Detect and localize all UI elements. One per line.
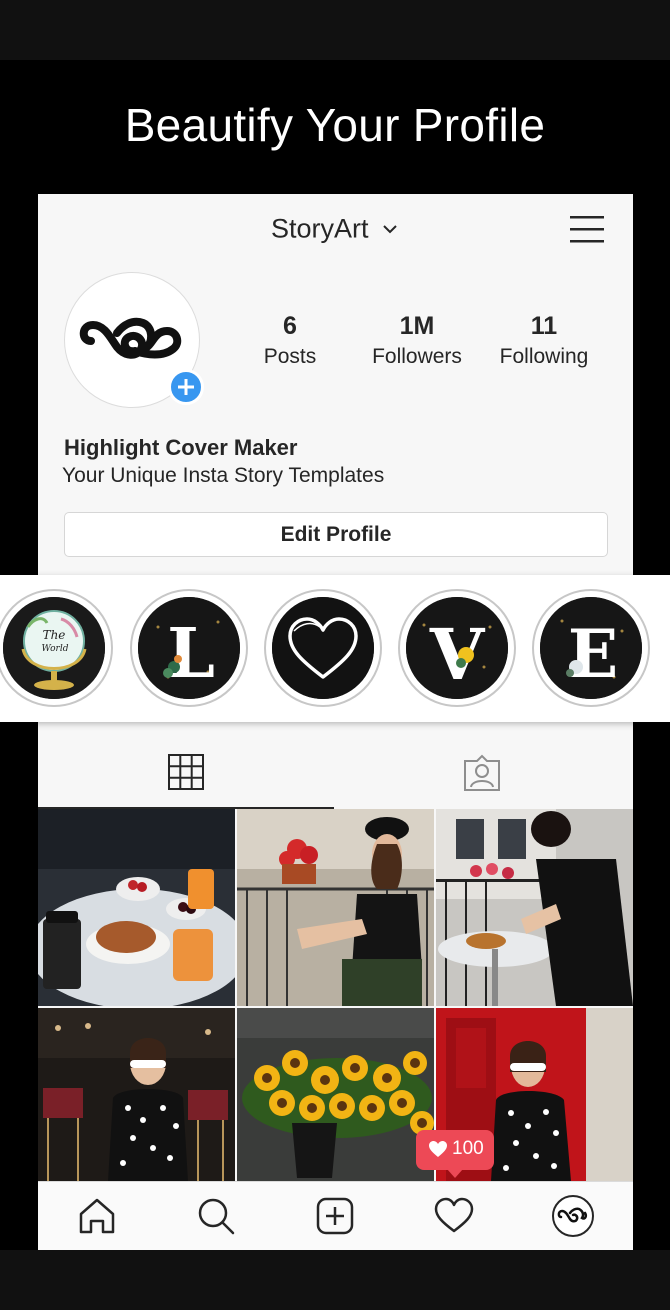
nav-search[interactable] (194, 1194, 238, 1238)
highlight-3[interactable] (264, 589, 382, 707)
nav-activity[interactable] (432, 1194, 476, 1238)
story-highlights: The World L V E (0, 575, 670, 722)
highlight-1-cover: The World (3, 597, 105, 699)
highlight-5[interactable]: E (532, 589, 650, 707)
notification-count: 100 (452, 1138, 484, 1159)
svg-text:E: E (568, 615, 618, 693)
bottom-band (0, 1250, 670, 1310)
posts-label: Posts (263, 345, 317, 368)
nav-home[interactable] (75, 1194, 119, 1238)
letter-l-floral-icon: L (138, 597, 240, 699)
tab-tagged[interactable] (336, 737, 633, 809)
highlight-2-cover: L (138, 597, 240, 699)
svg-text:L: L (167, 614, 215, 694)
grid-photo-1[interactable] (38, 809, 235, 1006)
woman-cafe-sunglasses-photo (38, 1008, 235, 1181)
storyart-logo-icon (79, 317, 182, 359)
woman-balcony-photo (237, 809, 434, 1006)
heart-icon (429, 1141, 447, 1157)
app-header: StoryArt (38, 194, 633, 264)
globe-the-world-icon: The World (3, 597, 105, 699)
new-post-icon (316, 1197, 354, 1235)
profile-name: Highlight Cover Maker (64, 435, 298, 460)
username: StoryArt (270, 213, 369, 244)
following-count: 11 (530, 312, 558, 340)
woman-terrace-breakfast-photo (436, 809, 633, 1006)
phone-screen: StoryArt 6 Posts 1M Followers 11 Followi… (38, 194, 633, 1250)
posts-stat[interactable]: 6 Posts (250, 312, 330, 369)
posts-count: 6 (283, 312, 297, 340)
grid-icon (168, 754, 204, 790)
chevron-down-icon (383, 225, 397, 234)
svg-text:V: V (429, 613, 486, 696)
highlight-5-cover: E (540, 597, 642, 699)
activity-notification-badge[interactable]: 100 (416, 1130, 494, 1178)
top-band (0, 0, 670, 60)
grid-photo-5[interactable] (237, 1008, 434, 1181)
tagged-person-icon (464, 754, 500, 791)
nav-new-post[interactable] (313, 1194, 357, 1238)
plus-icon (178, 379, 194, 395)
hamburger-menu-icon[interactable] (570, 214, 604, 244)
activity-heart-icon (434, 1197, 474, 1233)
profile-avatar-icon (552, 1195, 594, 1237)
heart-outline-icon (272, 597, 374, 699)
highlight-2[interactable]: L (130, 589, 248, 707)
highlight-4-cover: V (406, 597, 508, 699)
highlight-1[interactable]: The World (0, 589, 113, 707)
edit-profile-button[interactable]: Edit Profile (64, 512, 608, 557)
followers-count: 1M (399, 312, 435, 340)
letter-e-floral-icon: E (540, 597, 642, 699)
grid-photo-2[interactable] (237, 809, 434, 1006)
breakfast-cafe-photo (38, 809, 235, 1006)
profile-tabs (38, 737, 633, 809)
search-icon (198, 1198, 235, 1235)
tab-grid[interactable] (38, 737, 334, 809)
nav-profile[interactable] (551, 1194, 595, 1238)
headline: Beautify Your Profile (124, 99, 546, 151)
account-switcher[interactable]: StoryArt (38, 212, 633, 244)
bottom-nav (38, 1181, 633, 1250)
add-story-button[interactable] (168, 369, 204, 405)
svg-text:World: World (42, 644, 69, 654)
following-label: Following (499, 345, 589, 368)
photo-grid (38, 809, 633, 1181)
letter-v-floral-icon: V (406, 597, 508, 699)
grid-photo-3[interactable] (436, 809, 633, 1006)
sunflowers-photo (237, 1008, 434, 1181)
highlight-3-cover (272, 597, 374, 699)
followers-label: Followers (372, 345, 462, 368)
followers-stat[interactable]: 1M Followers (362, 312, 472, 369)
highlight-4[interactable]: V (398, 589, 516, 707)
svg-text:The: The (43, 628, 66, 642)
following-stat[interactable]: 11 Following (490, 312, 598, 369)
home-icon (79, 1198, 115, 1234)
profile-bio: Your Unique Insta Story Templates (62, 464, 385, 487)
grid-photo-4[interactable] (38, 1008, 235, 1181)
